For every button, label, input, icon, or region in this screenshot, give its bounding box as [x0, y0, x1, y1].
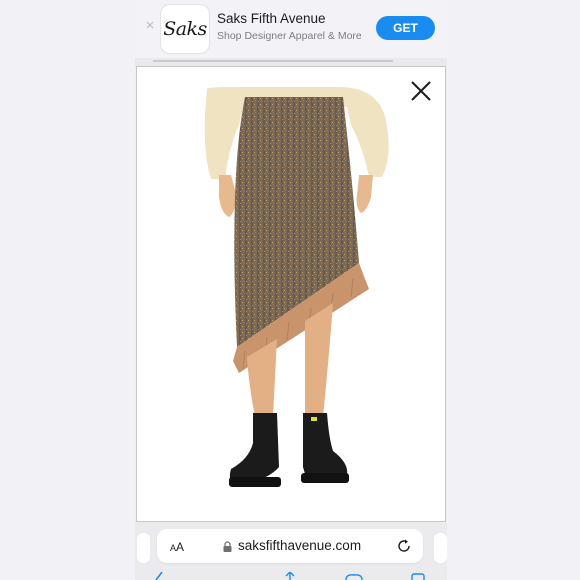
right-hand — [356, 175, 373, 213]
smart-app-banner: × Saks Saks Fifth Avenue Shop Designer A… — [135, 0, 447, 58]
app-icon-logo: Saks — [163, 18, 207, 40]
bookmarks-icon[interactable] — [345, 572, 363, 580]
browser-chrome: AA saksfifthavenue.com — [135, 522, 447, 580]
url-text: saksfifthavenue.com — [238, 538, 362, 553]
back-icon[interactable] — [153, 572, 167, 580]
previous-tab-edge[interactable] — [137, 533, 150, 563]
reload-icon[interactable] — [397, 539, 411, 553]
right-boot — [303, 413, 348, 482]
text-size-button[interactable]: AA — [170, 540, 184, 554]
right-boot-sole — [301, 473, 349, 483]
left-boot-sole — [229, 477, 281, 487]
left-boot — [229, 413, 279, 485]
address-bar[interactable]: AA saksfifthavenue.com — [157, 529, 423, 563]
phone-screen: × Saks Saks Fifth Avenue Shop Designer A… — [135, 0, 447, 580]
next-tab-edge[interactable] — [434, 533, 447, 563]
product-image-modal — [136, 66, 446, 522]
page-behind-text — [153, 60, 393, 62]
background-left — [0, 0, 135, 580]
background-right — [447, 0, 580, 580]
lock-icon — [223, 541, 232, 552]
app-icon[interactable]: Saks — [160, 4, 210, 54]
text-size-large: A — [176, 540, 185, 554]
close-icon[interactable] — [410, 80, 432, 102]
tabs-icon[interactable] — [411, 572, 425, 580]
app-subtitle: Shop Designer Apparel & More — [217, 30, 362, 42]
share-icon[interactable] — [283, 572, 297, 580]
get-button[interactable]: GET — [376, 16, 435, 40]
boot-accent — [311, 417, 317, 421]
right-leg — [305, 303, 333, 417]
banner-close-button[interactable]: × — [143, 18, 157, 33]
app-name: Saks Fifth Avenue — [217, 11, 326, 26]
left-hand — [219, 175, 237, 217]
product-photo — [204, 87, 389, 487]
